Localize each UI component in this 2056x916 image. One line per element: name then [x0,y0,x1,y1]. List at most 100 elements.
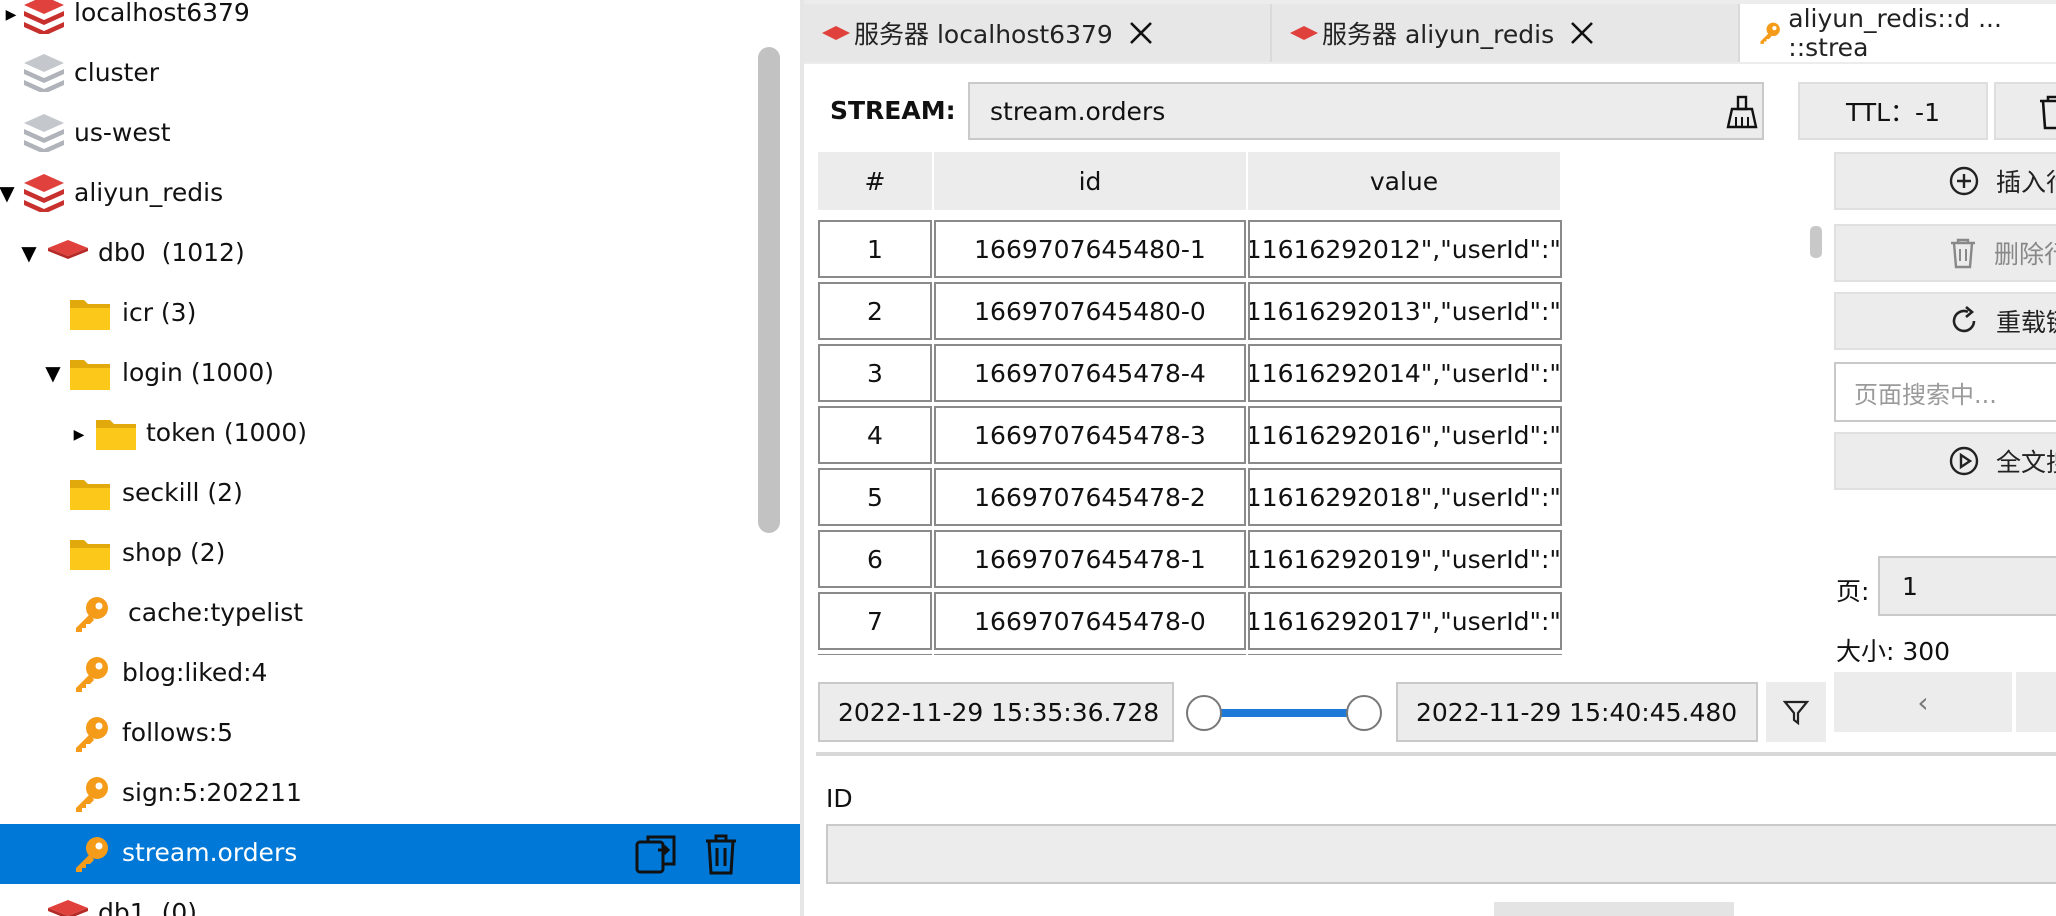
next-page-button[interactable] [2016,672,2056,732]
column-header-value[interactable]: value [1248,152,1562,210]
close-icon[interactable] [1568,19,1596,47]
close-icon[interactable] [1127,19,1155,47]
row-id: 1669707645478-0 [934,592,1246,650]
tree-item-label: follows:5 [122,718,234,747]
server-diamond-icon [822,26,850,40]
insert-row-label: 插入行 [1996,168,2056,197]
row-number: 4 [818,406,932,464]
row-value: 2711616292016","userId":"24","vouc [1248,420,1561,450]
tree-item-sign-5-202211[interactable]: sign:5:202211 [0,764,800,824]
delete-icon [2040,95,2056,130]
tree-item-cache-typelist[interactable]: cache:typelist [0,584,800,644]
tree-item-label: icr (3) [122,298,197,327]
key-name-input[interactable]: stream.orders [968,82,1764,140]
server-icon [22,172,66,212]
filter-icon [1782,700,1810,726]
play-circle-icon [1949,446,1979,476]
row-number: 3 [818,344,932,402]
row-id: 1669707645478-1 [934,530,1246,588]
row-id: 1669707645478-4 [934,344,1246,402]
page-search-input[interactable]: 页面搜索中... [1834,362,2056,422]
broom-icon[interactable] [1726,95,1758,133]
tab-label: 服务器 aliyun_redis [1322,20,1555,49]
id-input[interactable] [826,824,2056,884]
plus-circle-icon [1949,166,1979,196]
tree-item-label: cache:typelist [128,598,304,627]
filter-button[interactable] [1766,682,1826,742]
tab-server-localhost6379[interactable]: 服务器 localhost6379 [804,4,1272,62]
insert-row-button[interactable]: 插入行 [1834,152,2056,210]
prev-page-button[interactable]: ‹ [1834,672,2012,732]
column-header-num[interactable]: # [818,152,934,210]
tree-item-aliyun-redis[interactable]: ▼ aliyun_redis [0,164,800,224]
row-id: 1669707645478-3 [934,406,1246,464]
tree-item-shop[interactable]: shop (2) [0,524,800,584]
key-count: (0) [161,898,197,916]
key-icon [72,714,112,754]
tree-item-login[interactable]: ▼ login (1000) [0,344,800,404]
reload-key-label: 重载键 [1996,308,2056,337]
collapse-arrow-icon[interactable]: ▼ [42,361,64,385]
column-header-id[interactable]: id [934,152,1248,210]
range-end-input[interactable]: 2022-11-29 15:40:45.480 [1396,682,1758,742]
row-id: 1669707645480-0 [934,282,1246,340]
ttl-button[interactable]: TTL：-1 [1798,82,1988,140]
row-value: 2711616292018","userId":"356","vou [1248,482,1561,512]
tab-label: aliyun_redis::d ... ::strea [1788,4,2002,62]
tree-item-icr[interactable]: icr (3) [0,284,800,344]
collapse-arrow-icon[interactable]: ▼ [0,181,18,205]
key-icon [1760,22,1780,44]
range-slider[interactable] [1184,688,1384,738]
tree-item-db0[interactable]: ▼ db0 (1012) [0,224,800,284]
folder-icon [68,356,112,392]
row-id: 1669707645480-1 [934,220,1246,278]
delete-row-button[interactable]: 删除行 [1834,224,2056,282]
tree-item-label: stream.orders [122,838,298,867]
fulltext-search-button[interactable]: 全文搜 [1834,432,2056,490]
tree-item-follows-5[interactable]: follows:5 [0,704,800,764]
tree-item-us-west[interactable]: us-west [0,104,800,164]
section-divider[interactable] [816,752,2056,756]
row-id: 1669707645478-2 [934,468,1246,526]
delete-row-label: 删除行 [1994,240,2056,269]
bottom-toolbar-partial [804,898,2056,916]
range-start-input[interactable]: 2022-11-29 15:35:36.728 [818,682,1174,742]
tree-item-label: sign:5:202211 [122,778,302,807]
collapse-arrow-icon[interactable]: ▼ [18,241,40,265]
tree-item-db1[interactable]: db1 (0) [0,884,800,916]
copy-icon[interactable] [634,832,680,882]
row-value: 2711616292012","userId":"782","vou [1248,234,1561,264]
tree-item-label: cluster [74,58,160,87]
tree-item-label: shop (2) [122,538,226,567]
key-icon [72,774,112,814]
row-value: 2711616292017","userId":"180","vou [1248,606,1561,636]
reload-key-button[interactable]: 重载键 [1834,292,2056,350]
expand-arrow-icon[interactable]: ▶ [0,4,22,26]
tree-item-seckill[interactable]: seckill (2) [0,464,800,524]
tree-item-localhost6379[interactable]: ▶ localhost6379 [0,0,800,44]
expand-arrow-icon[interactable]: ▶ [68,424,90,446]
folder-icon [68,536,112,572]
tree-item-blog-liked-4[interactable]: blog:liked:4 [0,644,800,704]
tree-scrollbar-thumb[interactable] [758,47,780,533]
database-icon [46,238,90,262]
row-number: 6 [818,530,932,588]
id-label: ID [826,784,853,813]
key-type-label: STREAM: [830,96,956,125]
folder-icon [68,296,112,332]
row-number: 7 [818,592,932,650]
tree-item-label: db1 [98,898,146,916]
delete-icon[interactable] [702,832,740,882]
row-number: 2 [818,282,932,340]
page-number-input[interactable]: 1 [1878,556,2056,616]
delete-key-button[interactable] [1994,82,2056,140]
tab-server-aliyun-redis[interactable]: 服务器 aliyun_redis [1272,4,1740,62]
row-value: 2711616292013","userId":"909","vou [1248,296,1561,326]
tree-item-token[interactable]: ▶ token (1000) [0,404,800,464]
folder-icon [68,476,112,512]
tab-key-stream-orders[interactable]: aliyun_redis::d ... ::strea [1740,4,2056,62]
tree-item-stream-orders[interactable]: stream.orders [0,824,800,884]
tree-item-cluster[interactable]: cluster [0,44,800,104]
table-scrollbar-thumb[interactable] [1810,226,1822,258]
row-value: 2711616292014","userId":"549","vou [1248,358,1561,388]
